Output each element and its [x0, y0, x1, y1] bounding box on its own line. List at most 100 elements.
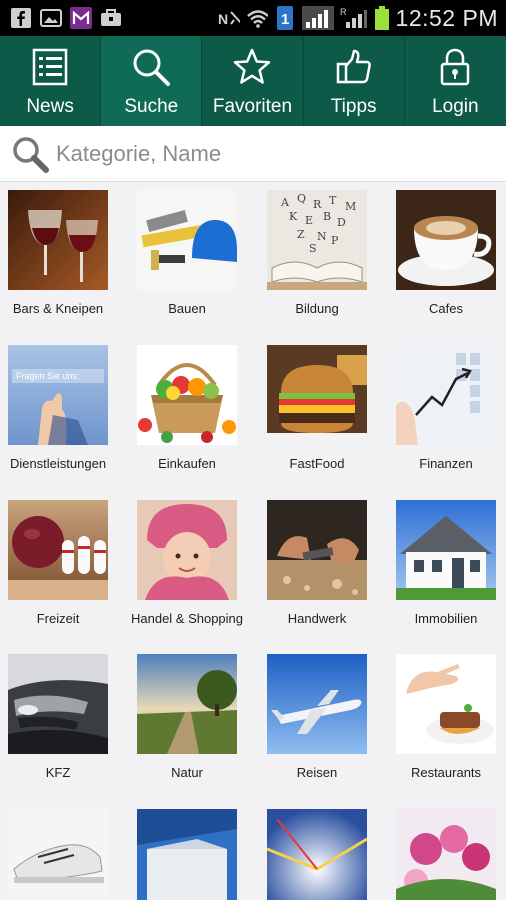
nav-label-news: News [26, 96, 74, 117]
handwerk-image [267, 500, 367, 600]
finanzen-image [396, 345, 496, 445]
wifi-icon [246, 7, 268, 29]
fastfood-image [267, 345, 367, 445]
category-tile-row5-1[interactable] [8, 809, 108, 900]
list-icon [29, 46, 71, 88]
category-tile-bars-kneipen[interactable]: Bars & Kneipen [8, 190, 108, 317]
category-tile-dienstleistungen[interactable]: Fragen Sie uns: Dienstleistungen [8, 345, 108, 472]
category-tile-row5-4[interactable] [396, 809, 496, 900]
kfz-image [8, 654, 108, 754]
category-tile-handwerk[interactable]: Handwerk [267, 500, 367, 627]
nfc-icon: N [218, 7, 240, 29]
category-label: Finanzen [419, 456, 473, 471]
svg-text:Q: Q [297, 192, 306, 205]
category-tile-restaurants[interactable]: Restaurants [396, 654, 496, 781]
svg-text:B: B [323, 210, 331, 223]
category-grid: Bars & Kneipen Bauen AQRTM KEBD ZNP S Bildu… [0, 182, 506, 900]
category-label: Bars & Kneipen [12, 301, 104, 316]
lock-icon [434, 46, 476, 88]
category-label: Bildung [295, 301, 339, 316]
nav-label-login: Login [432, 96, 479, 117]
category-label: Handel & Shopping [130, 611, 244, 626]
category-label: FastFood [289, 456, 345, 471]
star-icon [231, 46, 273, 88]
immobilien-image [396, 500, 496, 600]
reisen-image [267, 654, 367, 754]
svg-text:K: K [289, 210, 298, 223]
briefcase-icon [100, 7, 122, 29]
category-tile-reisen[interactable]: Reisen [267, 654, 367, 781]
dienstleistungen-overlay-text: Fragen Sie uns: [16, 371, 80, 381]
dienstleistungen-image: Fragen Sie uns: [8, 345, 108, 445]
svg-text:1: 1 [281, 11, 289, 28]
nav-label-tipps: Tipps [330, 96, 377, 117]
nav-item-news[interactable]: News [0, 36, 102, 126]
category-tile-natur[interactable]: Natur [137, 654, 237, 781]
category-tile-handel-shopping[interactable]: Handel & Shopping [131, 500, 243, 627]
flowers-image [396, 809, 496, 900]
notification-icons [0, 7, 122, 29]
category-tile-row5-2[interactable] [137, 809, 237, 900]
category-tile-finanzen[interactable]: Finanzen [396, 345, 496, 472]
nav-item-login[interactable]: Login [405, 36, 506, 126]
system-icons: N 1 R 12:52 PM [218, 5, 506, 32]
restaurants-image [396, 654, 496, 754]
category-tile-cafes[interactable]: Cafes [396, 190, 496, 317]
search-field-icon [8, 132, 52, 176]
natur-image [137, 654, 237, 754]
category-tile-kfz[interactable]: KFZ [8, 654, 108, 781]
gmail-icon [70, 7, 92, 29]
search-bar [0, 126, 506, 182]
gallery-icon [40, 7, 62, 29]
facebook-icon [10, 7, 32, 29]
freizeit-image [8, 500, 108, 600]
category-label: Dienstleistungen [9, 456, 107, 471]
clock: 12:52 PM [395, 4, 498, 31]
nav-item-favoriten[interactable]: Favoriten [202, 36, 304, 126]
search-input[interactable] [56, 140, 476, 167]
category-label: Einkaufen [158, 456, 216, 471]
category-label: Reisen [296, 765, 338, 780]
svg-text:D: D [337, 216, 346, 229]
category-tile-fastfood[interactable]: FastFood [267, 345, 367, 472]
nav-item-suche[interactable]: Suche [101, 36, 203, 126]
thumbs-up-icon [333, 46, 375, 88]
network-1-icon: 1 [274, 6, 296, 30]
category-label: Handwerk [287, 611, 347, 626]
bauen-image [137, 190, 237, 290]
svg-text:E: E [305, 214, 313, 227]
svg-text:Z: Z [297, 228, 305, 241]
svg-text:P: P [331, 234, 339, 247]
nav-item-tipps[interactable]: Tipps [304, 36, 405, 126]
status-bar: N 1 R 12:52 PM [0, 0, 506, 36]
sport-shoe-image [8, 809, 108, 900]
search-icon [130, 46, 172, 88]
handel-shopping-image [137, 500, 237, 600]
category-tile-immobilien[interactable]: Immobilien [396, 500, 496, 627]
signal-icon [301, 6, 334, 30]
roaming-signal-icon: R [340, 7, 368, 29]
category-tile-bildung[interactable]: AQRTM KEBD ZNP S Bildung [267, 190, 367, 317]
cafes-image [396, 190, 496, 290]
category-tile-bauen[interactable]: Bauen [137, 190, 237, 317]
svg-text:N: N [218, 11, 228, 27]
battery-icon [374, 6, 390, 30]
category-tile-row5-3[interactable] [267, 809, 367, 900]
svg-text:S: S [309, 242, 317, 255]
bars-kneipen-image [8, 190, 108, 290]
svg-text:A: A [280, 196, 290, 209]
top-navigation: News Suche Favoriten Tipps Login [0, 36, 506, 126]
category-label: Freizeit [36, 611, 80, 626]
category-label: Restaurants [410, 765, 482, 780]
category-label: Cafes [429, 301, 463, 316]
category-label: Immobilien [414, 611, 478, 626]
category-tile-freizeit[interactable]: Freizeit [8, 500, 108, 627]
svg-text:R: R [340, 7, 347, 17]
interior-image [137, 809, 237, 900]
category-label: Bauen [168, 301, 206, 316]
einkaufen-image [137, 345, 237, 445]
category-label: Natur [171, 765, 203, 780]
nav-label-favoriten: Favoriten [212, 96, 293, 117]
svg-text:N: N [317, 230, 327, 243]
category-tile-einkaufen[interactable]: Einkaufen [137, 345, 237, 472]
